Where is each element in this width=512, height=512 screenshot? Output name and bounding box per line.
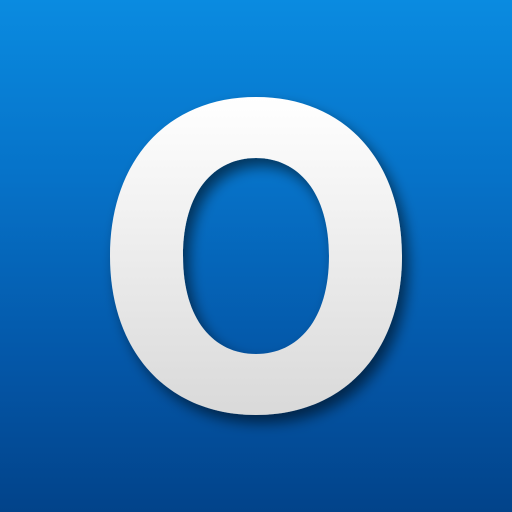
letter-o-logo-icon [110, 97, 402, 415]
app-icon [0, 0, 512, 512]
letter-o-glyph [110, 97, 402, 415]
